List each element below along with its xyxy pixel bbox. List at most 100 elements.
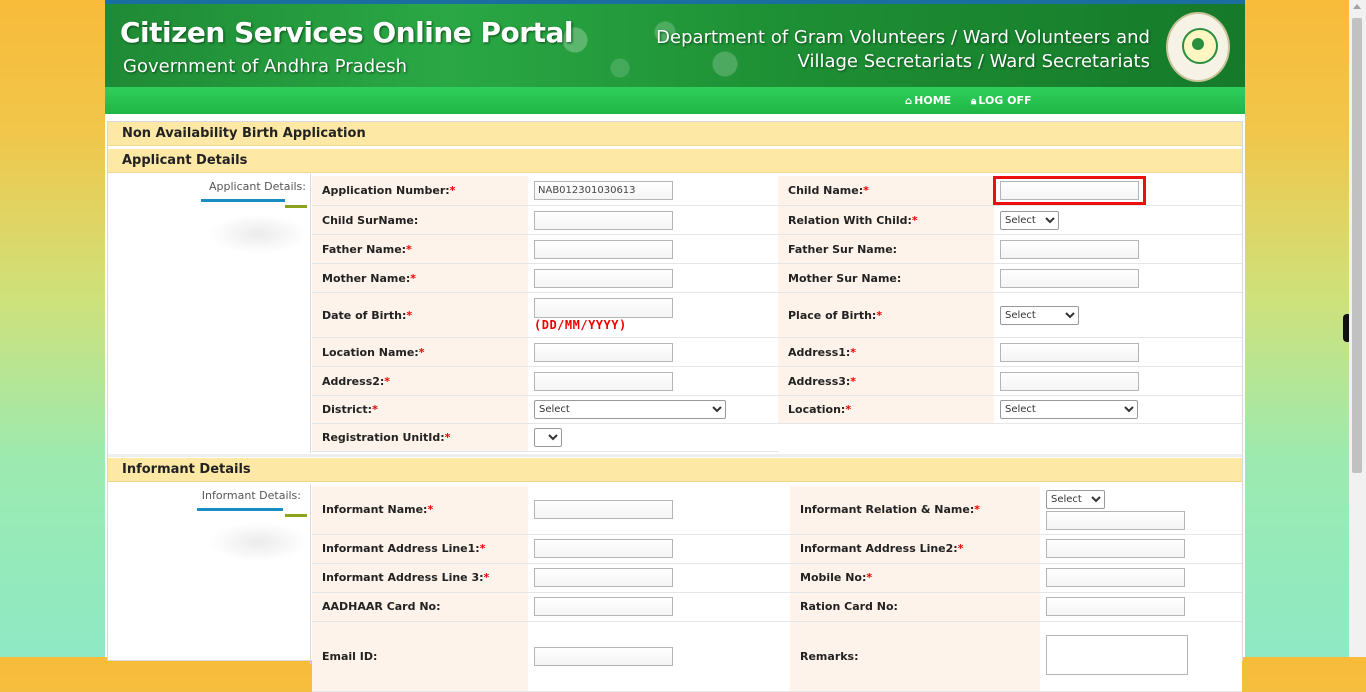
mother-name-label: Mother Name:* bbox=[312, 263, 528, 293]
mother-name-field[interactable] bbox=[534, 268, 673, 288]
child-surname-field[interactable] bbox=[534, 210, 673, 230]
page-scrollbar[interactable] bbox=[1349, 0, 1366, 657]
side-rule-olive bbox=[285, 514, 307, 517]
date-of-birth-label: Date of Birth:* bbox=[312, 292, 528, 338]
email-cell bbox=[528, 621, 790, 692]
table-row: Address2:* Address3:* bbox=[312, 366, 1242, 396]
side-shadow bbox=[208, 214, 308, 254]
child-surname-cell bbox=[528, 205, 778, 235]
aadhaar-label: AADHAAR Card No: bbox=[312, 592, 528, 622]
aadhaar-cell bbox=[528, 592, 790, 622]
informant-address3-field[interactable] bbox=[534, 568, 673, 587]
address1-field[interactable] bbox=[1000, 342, 1139, 362]
table-row: Date of Birth:* (DD/MM/YYYY) Place of Bi… bbox=[312, 292, 1242, 338]
emblem-center bbox=[1192, 38, 1204, 50]
place-of-birth-select[interactable]: Select bbox=[1000, 305, 1079, 325]
department-name: Department of Gram Volunteers / Ward Vol… bbox=[656, 26, 1150, 74]
informant-address2-label: Informant Address Line2:* bbox=[790, 534, 1040, 564]
application-number-cell bbox=[528, 176, 778, 206]
nav-logoff-link[interactable]: 🔒︎ LOG OFF bbox=[971, 87, 1032, 114]
department-line-1: Department of Gram Volunteers / Ward Vol… bbox=[656, 27, 1150, 48]
remarks-textarea[interactable] bbox=[1046, 634, 1188, 675]
column-divider bbox=[310, 484, 311, 664]
table-row: Informant Address Line 3:* Mobile No:* bbox=[312, 563, 1242, 593]
scrollbar-thumb[interactable] bbox=[1352, 18, 1362, 473]
informant-relation-select[interactable]: Select bbox=[1046, 489, 1105, 509]
father-surname-field[interactable] bbox=[1000, 239, 1139, 259]
father-name-label: Father Name:* bbox=[312, 234, 528, 264]
address1-cell bbox=[994, 337, 1242, 367]
child-name-field[interactable] bbox=[1000, 181, 1139, 200]
father-surname-cell bbox=[994, 234, 1242, 264]
side-rule-blue bbox=[197, 508, 283, 511]
address3-label: Address3:* bbox=[778, 366, 994, 396]
column-divider bbox=[310, 174, 311, 453]
table-row: Child SurName: Relation With Child:* Sel… bbox=[312, 205, 1242, 235]
informant-relation-cell: Select bbox=[1040, 486, 1242, 535]
scroll-up-arrow-icon[interactable] bbox=[1353, 4, 1361, 9]
empty-cell bbox=[778, 424, 994, 452]
registration-unit-select[interactable] bbox=[534, 428, 562, 447]
mobile-no-field[interactable] bbox=[1046, 568, 1185, 587]
empty-cell bbox=[994, 424, 1242, 452]
informant-name-field[interactable] bbox=[534, 500, 673, 520]
applicant-side-label: Applicant Details: bbox=[208, 180, 306, 193]
informant-grid: Informant Name:* Informant Relation & Na… bbox=[312, 486, 1242, 692]
ration-card-field[interactable] bbox=[1046, 597, 1185, 616]
table-row: Application Number:* Child Name:* bbox=[312, 176, 1242, 206]
emblem-inner bbox=[1182, 28, 1218, 64]
informant-address2-field[interactable] bbox=[1046, 539, 1185, 558]
district-select[interactable]: Select bbox=[534, 400, 726, 419]
informant-address1-field[interactable] bbox=[534, 539, 673, 558]
page-container: Citizen Services Online Portal Governmen… bbox=[105, 0, 1245, 692]
remarks-label: Remarks: bbox=[790, 621, 1040, 692]
mother-surname-cell bbox=[994, 263, 1242, 293]
informant-relation-label: Informant Relation & Name:* bbox=[790, 486, 1040, 535]
side-rule-blue bbox=[201, 199, 285, 202]
location-cell: Select bbox=[994, 395, 1242, 424]
informant-name-cell bbox=[528, 486, 790, 535]
address3-field[interactable] bbox=[1000, 371, 1139, 391]
location-select[interactable]: Select bbox=[1000, 400, 1138, 419]
application-number-field[interactable] bbox=[534, 181, 673, 200]
email-field[interactable] bbox=[534, 646, 673, 666]
location-name-field[interactable] bbox=[534, 342, 673, 362]
relation-with-child-cell: Select bbox=[994, 205, 1242, 235]
father-surname-label: Father Sur Name: bbox=[778, 234, 994, 264]
date-of-birth-cell: (DD/MM/YYYY) bbox=[528, 292, 778, 338]
informant-relation-name-field[interactable] bbox=[1046, 510, 1185, 530]
address1-label: Address1:* bbox=[778, 337, 994, 367]
ap-emblem-icon bbox=[1166, 12, 1230, 82]
location-name-cell bbox=[528, 337, 778, 367]
address3-cell bbox=[994, 366, 1242, 396]
mobile-no-cell bbox=[1040, 563, 1242, 593]
nav-home-link[interactable]: ⌂ HOME bbox=[905, 87, 951, 114]
registration-unit-label: Registration UnitId:* bbox=[312, 423, 528, 452]
address2-cell bbox=[528, 366, 778, 396]
child-name-label: Child Name:* bbox=[778, 176, 994, 206]
table-row: Location Name:* Address1:* bbox=[312, 337, 1242, 367]
table-row: Informant Name:* Informant Relation & Na… bbox=[312, 486, 1242, 535]
mother-surname-label: Mother Sur Name: bbox=[778, 263, 994, 293]
registration-unit-cell bbox=[528, 423, 778, 452]
aadhaar-field[interactable] bbox=[534, 597, 673, 616]
father-name-field[interactable] bbox=[534, 239, 673, 259]
relation-with-child-label: Relation With Child:* bbox=[778, 205, 994, 235]
department-line-2: Village Secretariats / Ward Secretariats bbox=[797, 51, 1150, 72]
child-name-highlight bbox=[993, 176, 1146, 205]
side-feedback-tab[interactable] bbox=[1343, 314, 1349, 342]
mother-name-cell bbox=[528, 263, 778, 293]
mobile-no-label: Mobile No:* bbox=[790, 563, 1040, 593]
date-of-birth-field[interactable] bbox=[534, 298, 673, 318]
application-number-label: Application Number:* bbox=[312, 176, 528, 206]
portal-subtitle: Government of Andhra Pradesh bbox=[123, 56, 408, 77]
place-of-birth-cell: Select bbox=[994, 292, 1242, 338]
mother-surname-field[interactable] bbox=[1000, 268, 1139, 288]
application-form: Non Availability Birth Application Appli… bbox=[107, 121, 1243, 692]
table-row: Informant Address Line1:* Informant Addr… bbox=[312, 534, 1242, 564]
address2-field[interactable] bbox=[534, 371, 673, 391]
relation-with-child-select[interactable]: Select bbox=[1000, 210, 1059, 230]
section-separator bbox=[108, 454, 1242, 457]
table-row: Father Name:* Father Sur Name: bbox=[312, 234, 1242, 264]
home-icon: ⌂ bbox=[905, 96, 913, 107]
